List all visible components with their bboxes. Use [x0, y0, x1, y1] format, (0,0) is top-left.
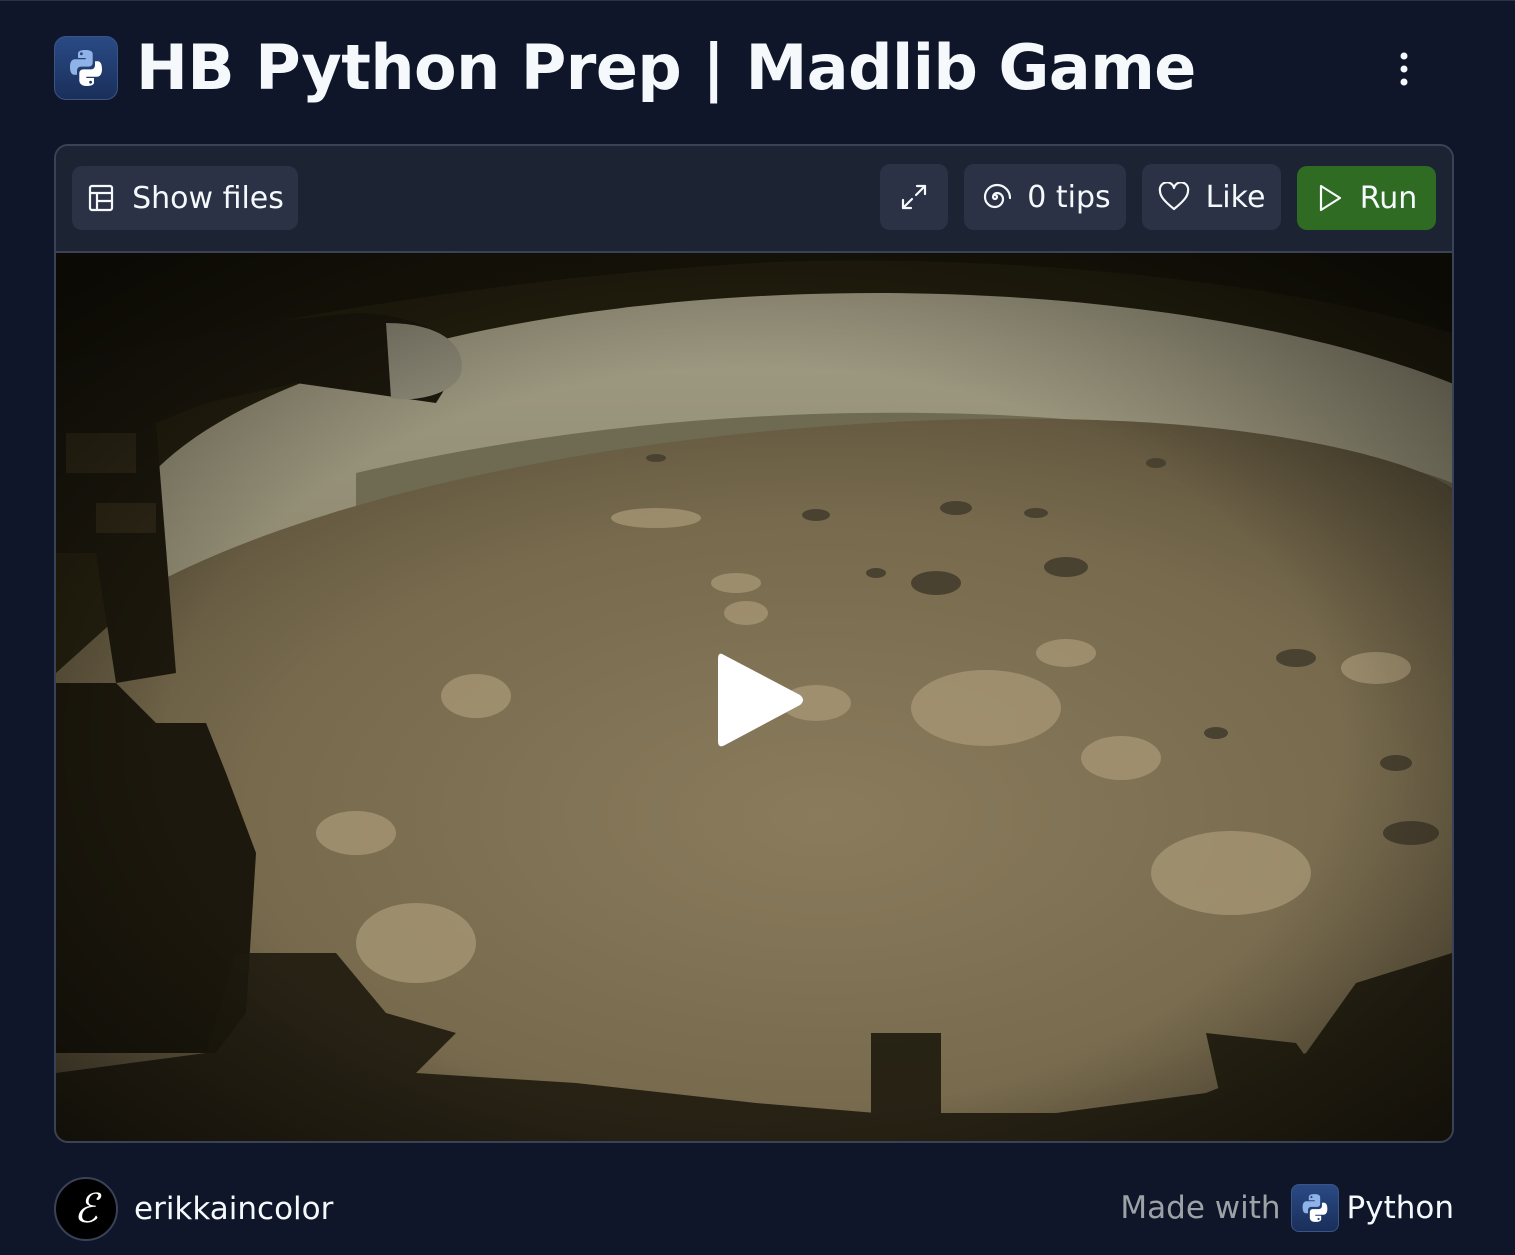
- avatar: ℰ: [54, 1177, 118, 1241]
- show-files-button[interactable]: Show files: [72, 166, 298, 230]
- made-with-link[interactable]: Made with Python: [1120, 1183, 1454, 1233]
- run-button[interactable]: Run: [1297, 166, 1436, 230]
- show-files-label: Show files: [132, 180, 284, 216]
- python-icon: [1290, 1184, 1339, 1232]
- tips-button[interactable]: 0 tips: [964, 164, 1126, 230]
- tips-label: 0 tips: [1027, 179, 1111, 215]
- made-with-label: Made with: [1120, 1190, 1281, 1226]
- expand-button[interactable]: [880, 164, 948, 230]
- page-title: HB Python Prep | Madlib Game: [136, 31, 1196, 104]
- python-icon: [54, 36, 118, 100]
- repl-embed-card: Show files 0 tips Like Run: [54, 144, 1454, 1143]
- play-icon[interactable]: [710, 645, 810, 755]
- header: HB Python Prep | Madlib Game: [54, 35, 1454, 101]
- repl-embed-page: HB Python Prep | Madlib Game Show files …: [0, 0, 1515, 1255]
- play-outline-icon: [1316, 183, 1344, 213]
- like-label: Like: [1205, 179, 1266, 215]
- files-panel-icon: [86, 183, 116, 213]
- expand-icon: [899, 182, 929, 212]
- embed-toolbar: Show files 0 tips Like Run: [56, 146, 1452, 253]
- username: erikkaincolor: [134, 1191, 334, 1227]
- run-label: Run: [1359, 180, 1418, 216]
- spiral-icon: [979, 181, 1012, 213]
- like-button[interactable]: Like: [1142, 164, 1281, 230]
- cover-image-preview[interactable]: [56, 253, 1452, 1141]
- author-link[interactable]: ℰ erikkaincolor: [54, 1177, 333, 1241]
- heart-icon: [1158, 182, 1190, 212]
- language-label: Python: [1346, 1190, 1454, 1226]
- kebab-menu-icon[interactable]: [1384, 47, 1424, 91]
